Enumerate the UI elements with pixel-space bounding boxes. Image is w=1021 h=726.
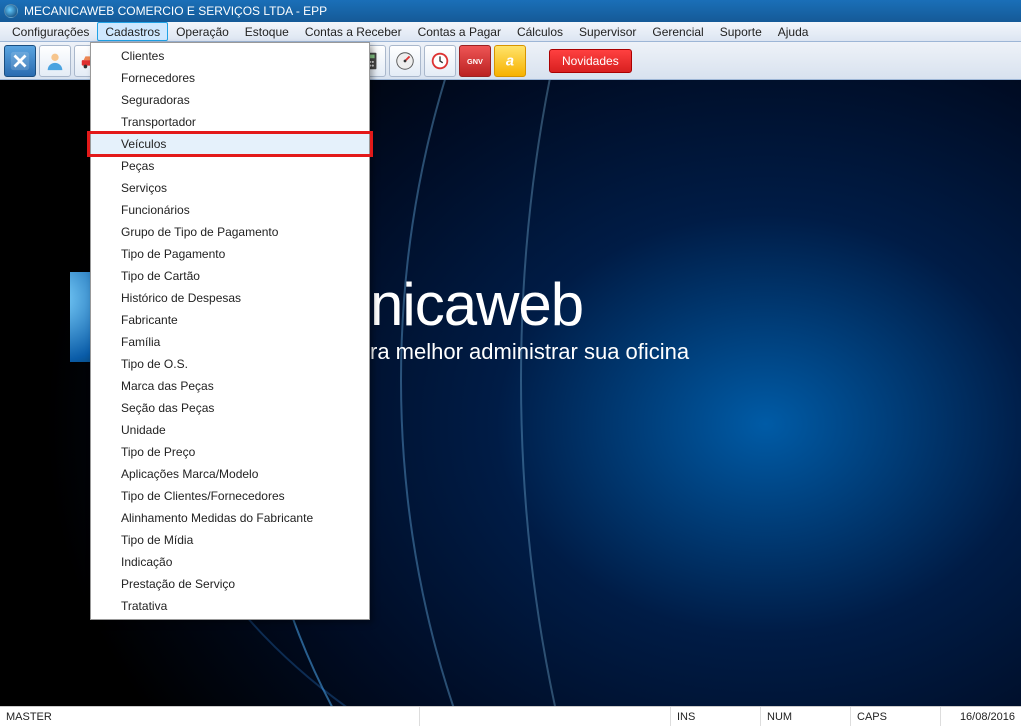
clock-icon xyxy=(429,50,451,72)
menu-item-tipo-preco[interactable]: Tipo de Preço xyxy=(91,441,369,463)
menu-item-funcionarios[interactable]: Funcionários xyxy=(91,199,369,221)
menu-item-tipo-midia[interactable]: Tipo de Mídia xyxy=(91,529,369,551)
menu-item-tipo-cartao[interactable]: Tipo de Cartão xyxy=(91,265,369,287)
menu-item-historico-despesas[interactable]: Histórico de Despesas xyxy=(91,287,369,309)
menu-bar: Configurações Cadastros Operação Estoque… xyxy=(0,22,1021,42)
menu-item-aplicacoes[interactable]: Aplicações Marca/Modelo xyxy=(91,463,369,485)
menu-item-familia[interactable]: Família xyxy=(91,331,369,353)
menu-item-tipo-os[interactable]: Tipo de O.S. xyxy=(91,353,369,375)
menu-contas-pagar[interactable]: Contas a Pagar xyxy=(410,22,509,41)
close-x-icon xyxy=(9,50,31,72)
menu-item-marca-pecas[interactable]: Marca das Peças xyxy=(91,375,369,397)
app-icon xyxy=(4,4,18,18)
menu-item-tratativa[interactable]: Tratativa xyxy=(91,595,369,617)
toolbar-schedule-button[interactable] xyxy=(424,45,456,77)
status-user: MASTER xyxy=(0,707,420,726)
svg-text:GNV: GNV xyxy=(467,56,483,65)
menu-suporte[interactable]: Suporte xyxy=(712,22,770,41)
decorative-wave xyxy=(400,80,1021,706)
menu-item-indicacao[interactable]: Indicação xyxy=(91,551,369,573)
person-icon xyxy=(44,50,66,72)
menu-item-servicos[interactable]: Serviços xyxy=(91,177,369,199)
menu-item-secao-pecas[interactable]: Seção das Peças xyxy=(91,397,369,419)
menu-gerencial[interactable]: Gerencial xyxy=(644,22,711,41)
decorative-wave xyxy=(520,80,1021,706)
brand-text: nicaweb ra melhor administrar sua oficin… xyxy=(370,275,689,365)
menu-item-unidade[interactable]: Unidade xyxy=(91,419,369,441)
brand-title: nicaweb xyxy=(370,275,689,335)
gnv-badge-icon: GNV xyxy=(464,50,486,72)
status-date: 16/08/2016 xyxy=(941,707,1021,726)
menu-item-clientes[interactable]: Clientes xyxy=(91,45,369,67)
status-bar: MASTER INS NUM CAPS 16/08/2016 xyxy=(0,706,1021,726)
brand-subtitle: ra melhor administrar sua oficina xyxy=(370,339,689,365)
menu-item-grupo-tipo-pagamento[interactable]: Grupo de Tipo de Pagamento xyxy=(91,221,369,243)
toolbar-gnv-button[interactable]: GNV xyxy=(459,45,491,77)
menu-calculos[interactable]: Cálculos xyxy=(509,22,571,41)
toolbar-browser-button[interactable]: a xyxy=(494,45,526,77)
menu-contas-receber[interactable]: Contas a Receber xyxy=(297,22,410,41)
status-num: NUM xyxy=(761,707,851,726)
menu-item-fabricante[interactable]: Fabricante xyxy=(91,309,369,331)
menu-operacao[interactable]: Operação xyxy=(168,22,237,41)
window-title: MECANICAWEB COMERCIO E SERVIÇOS LTDA - E… xyxy=(24,4,327,18)
status-ins: INS xyxy=(671,707,761,726)
menu-ajuda[interactable]: Ajuda xyxy=(770,22,817,41)
cadastros-dropdown: Clientes Fornecedores Seguradoras Transp… xyxy=(90,42,370,620)
status-caps: CAPS xyxy=(851,707,941,726)
menu-item-seguradoras[interactable]: Seguradoras xyxy=(91,89,369,111)
gauge-icon xyxy=(394,50,416,72)
menu-item-pecas[interactable]: Peças xyxy=(91,155,369,177)
toolbar-client-button[interactable] xyxy=(39,45,71,77)
menu-item-tipo-clientes-fornecedores[interactable]: Tipo de Clientes/Fornecedores xyxy=(91,485,369,507)
status-spacer xyxy=(420,707,671,726)
menu-cadastros[interactable]: Cadastros xyxy=(97,22,168,41)
a-logo-icon: a xyxy=(499,50,521,72)
menu-item-veiculos[interactable]: Veículos xyxy=(91,133,369,155)
svg-text:a: a xyxy=(506,53,514,69)
title-bar: MECANICAWEB COMERCIO E SERVIÇOS LTDA - E… xyxy=(0,0,1021,22)
menu-configuracoes[interactable]: Configurações xyxy=(4,22,97,41)
menu-item-alinhamento-medidas[interactable]: Alinhamento Medidas do Fabricante xyxy=(91,507,369,529)
menu-supervisor[interactable]: Supervisor xyxy=(571,22,644,41)
menu-item-tipo-pagamento[interactable]: Tipo de Pagamento xyxy=(91,243,369,265)
menu-item-prestacao-servico[interactable]: Prestação de Serviço xyxy=(91,573,369,595)
menu-item-transportador[interactable]: Transportador xyxy=(91,111,369,133)
novidades-button[interactable]: Novidades xyxy=(549,49,632,73)
menu-estoque[interactable]: Estoque xyxy=(237,22,297,41)
toolbar-gauge-button[interactable] xyxy=(389,45,421,77)
menu-item-fornecedores[interactable]: Fornecedores xyxy=(91,67,369,89)
toolbar-close-button[interactable] xyxy=(4,45,36,77)
